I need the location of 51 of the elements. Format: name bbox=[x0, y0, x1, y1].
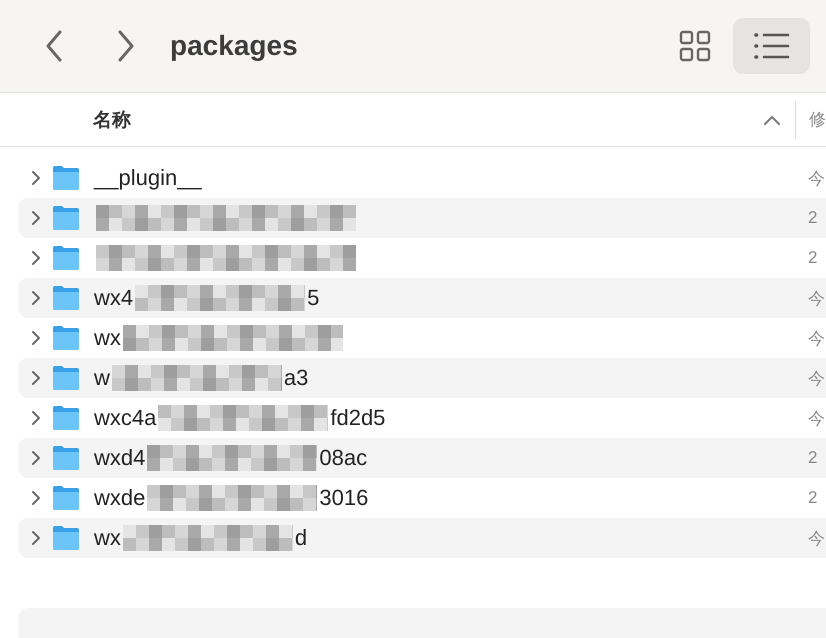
file-name: wx bbox=[94, 325, 121, 351]
date-modified-text: 2 bbox=[808, 448, 818, 468]
date-modified-text: 今 bbox=[808, 528, 826, 550]
disclosure-icon[interactable] bbox=[29, 329, 43, 347]
folder-icon bbox=[51, 285, 81, 311]
folder-icon bbox=[51, 525, 81, 551]
file-name: wx bbox=[94, 525, 121, 551]
grid-view-icon bbox=[678, 30, 710, 62]
sort-caret-icon[interactable] bbox=[763, 114, 781, 126]
date-modified-text: 2 bbox=[808, 488, 818, 508]
column-header[interactable]: 修 bbox=[796, 108, 826, 131]
disclosure-icon[interactable] bbox=[29, 209, 43, 227]
date-modified-text: 今 bbox=[808, 288, 826, 310]
disclosure-icon[interactable] bbox=[29, 489, 43, 507]
list-view-icon bbox=[754, 32, 790, 60]
folder-icon bbox=[51, 205, 81, 231]
file-name: wxc4a bbox=[94, 405, 156, 431]
disclosure-icon[interactable] bbox=[29, 409, 43, 427]
folder-icon bbox=[51, 365, 81, 391]
file-name: a3 bbox=[284, 365, 308, 391]
file-name: w bbox=[94, 365, 110, 391]
file-name: wxd4 bbox=[94, 445, 146, 471]
date-modified-text: 今 bbox=[808, 328, 826, 350]
file-name: 5 bbox=[307, 285, 320, 311]
folder-icon bbox=[51, 245, 81, 271]
file-name: 08ac bbox=[319, 445, 368, 471]
disclosure-icon[interactable] bbox=[29, 169, 43, 187]
date-modified-text: 今 bbox=[808, 368, 826, 390]
file-name: wxde bbox=[94, 485, 146, 511]
disclosure-icon[interactable] bbox=[29, 529, 43, 547]
file-name: d bbox=[294, 525, 308, 551]
date-modified-text: 2 bbox=[808, 248, 818, 268]
file-name: fd2d5 bbox=[330, 405, 386, 431]
folder-icon bbox=[51, 165, 81, 191]
disclosure-icon[interactable] bbox=[29, 249, 43, 267]
date-modified-text: 今 bbox=[808, 168, 826, 190]
disclosure-icon[interactable] bbox=[29, 369, 43, 387]
window-title: packages bbox=[170, 30, 299, 62]
folder-icon bbox=[51, 405, 81, 431]
folder-icon bbox=[51, 485, 81, 511]
file-name: __plugin__ bbox=[94, 165, 202, 191]
date-modified-text: 2 bbox=[808, 208, 818, 228]
disclosure-icon[interactable] bbox=[29, 289, 43, 307]
folder-icon bbox=[51, 445, 81, 471]
column-header[interactable]: 名称 bbox=[93, 106, 763, 132]
date-modified-text: 今 bbox=[808, 408, 826, 430]
file-name: wx4 bbox=[94, 285, 134, 311]
list-view-button[interactable] bbox=[733, 18, 810, 74]
file-name: 3016 bbox=[319, 485, 368, 511]
folder-icon bbox=[51, 325, 81, 351]
disclosure-icon[interactable] bbox=[29, 449, 43, 467]
